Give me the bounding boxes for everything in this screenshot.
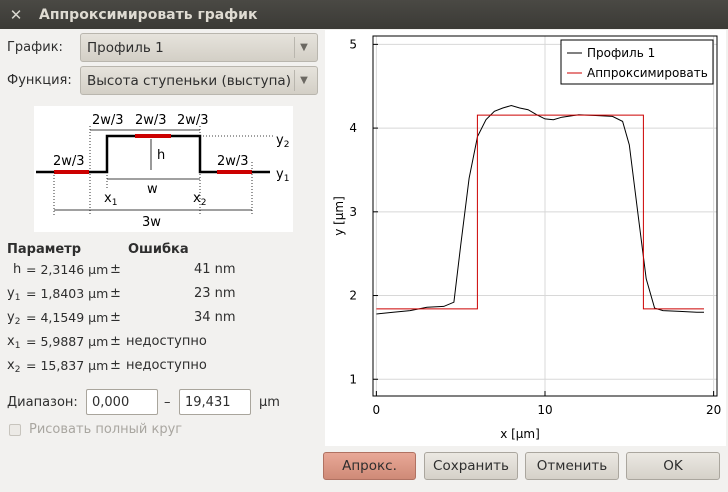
label-x2: x2 — [193, 191, 206, 208]
draw-full-circle-label: Рисовать полный круг — [29, 422, 183, 437]
param-header: Параметр — [7, 242, 82, 257]
param-error: 41 nm — [194, 262, 236, 277]
draw-full-circle-option[interactable]: Рисовать полный круг — [9, 422, 182, 437]
graph-area[interactable]: 0 10 20 1 2 3 4 5 x [µm] y [µm] Профиль 1 Аппроксим… — [325, 30, 726, 446]
range-dash: – — [164, 395, 171, 410]
function-select-value: Высота ступеньки (выступа) — [87, 72, 291, 89]
param-plus-minus: ± — [110, 262, 121, 277]
graph-select[interactable]: Профиль 1 ▼ — [80, 33, 318, 62]
y-tick-label: 4 — [349, 121, 357, 135]
param-value: = 1,8403 µm — [26, 286, 109, 301]
graph-label: График: — [7, 40, 63, 55]
x-tick-label: 0 — [373, 403, 381, 417]
param-plus-minus: ± — [110, 358, 121, 373]
param-plus-minus: ± — [110, 286, 121, 301]
cancel-button[interactable]: Отменить — [525, 452, 619, 480]
draw-full-circle-checkbox[interactable] — [9, 423, 21, 436]
label-y1: y1 — [276, 167, 289, 184]
series-line-profile — [376, 104, 704, 315]
label-x1: x1 — [104, 191, 117, 208]
y-axis-label: y [µm] — [332, 196, 346, 236]
param-plus-minus: ± — [110, 310, 121, 325]
param-symbol: h — [13, 262, 22, 277]
window-title: Аппроксимировать график — [39, 6, 258, 23]
y-tick-label: 5 — [349, 37, 357, 51]
step-function-diagram: 2w/3 2w/3 2w/3 2w/3 2w/3 h w x1 x2 3w y2… — [34, 106, 293, 232]
param-value: = 4,1549 µm — [26, 310, 109, 325]
param-error: 34 nm — [194, 310, 236, 325]
function-select[interactable]: Высота ступеньки (выступа) ▼ — [80, 66, 318, 95]
param-symbol: y2 — [7, 310, 21, 327]
range-unit: µm — [259, 395, 280, 410]
param-plus-minus: ± — [110, 334, 121, 349]
label-2w3-c: 2w/3 — [177, 113, 209, 128]
param-value: = 2,3146 µm — [26, 262, 109, 277]
legend-label: Аппроксимировать — [587, 66, 708, 80]
param-symbol: x2 — [7, 358, 21, 375]
ok-button[interactable]: OK — [626, 452, 720, 480]
param-error: недоступно — [126, 334, 207, 349]
param-error: 23 nm — [194, 286, 236, 301]
param-value: = 15,837 µm — [26, 358, 109, 373]
range-from-input[interactable] — [86, 389, 158, 415]
close-icon[interactable]: ✕ — [6, 5, 26, 25]
title-bar: ✕ Аппроксимировать график — [0, 0, 728, 29]
label-2w3-b: 2w/3 — [135, 113, 167, 128]
range-label: Диапазон: — [7, 395, 78, 410]
error-header: Ошибка — [128, 242, 189, 257]
save-button[interactable]: Сохранить — [424, 452, 518, 480]
param-symbol: x1 — [7, 334, 21, 351]
chevron-down-icon: ▼ — [294, 70, 313, 91]
range-to-input[interactable] — [179, 389, 251, 415]
y-tick-label: 3 — [349, 205, 357, 219]
x-tick-label: 10 — [537, 403, 552, 417]
x-tick-label: 20 — [706, 403, 721, 417]
label-h: h — [157, 148, 165, 163]
label-w: w — [147, 182, 158, 197]
label-2w3-left: 2w/3 — [53, 154, 85, 169]
graph-select-value: Профиль 1 — [87, 39, 164, 56]
chevron-down-icon: ▼ — [294, 37, 313, 58]
x-axis-label: x [µm] — [500, 427, 540, 441]
function-label: Функция: — [7, 73, 72, 88]
y-tick-label: 2 — [349, 289, 357, 303]
label-2w3-right: 2w/3 — [217, 154, 249, 169]
label-y2: y2 — [276, 133, 289, 150]
legend-label: Профиль 1 — [587, 46, 655, 60]
param-value: = 5,9887 µm — [26, 334, 109, 349]
label-2w3-a: 2w/3 — [92, 113, 124, 128]
param-error: недоступно — [126, 358, 207, 373]
label-3w: 3w — [142, 215, 161, 230]
y-tick-label: 1 — [349, 372, 357, 386]
fit-button[interactable]: Апрокс. — [323, 452, 416, 480]
param-symbol: y1 — [7, 286, 21, 303]
